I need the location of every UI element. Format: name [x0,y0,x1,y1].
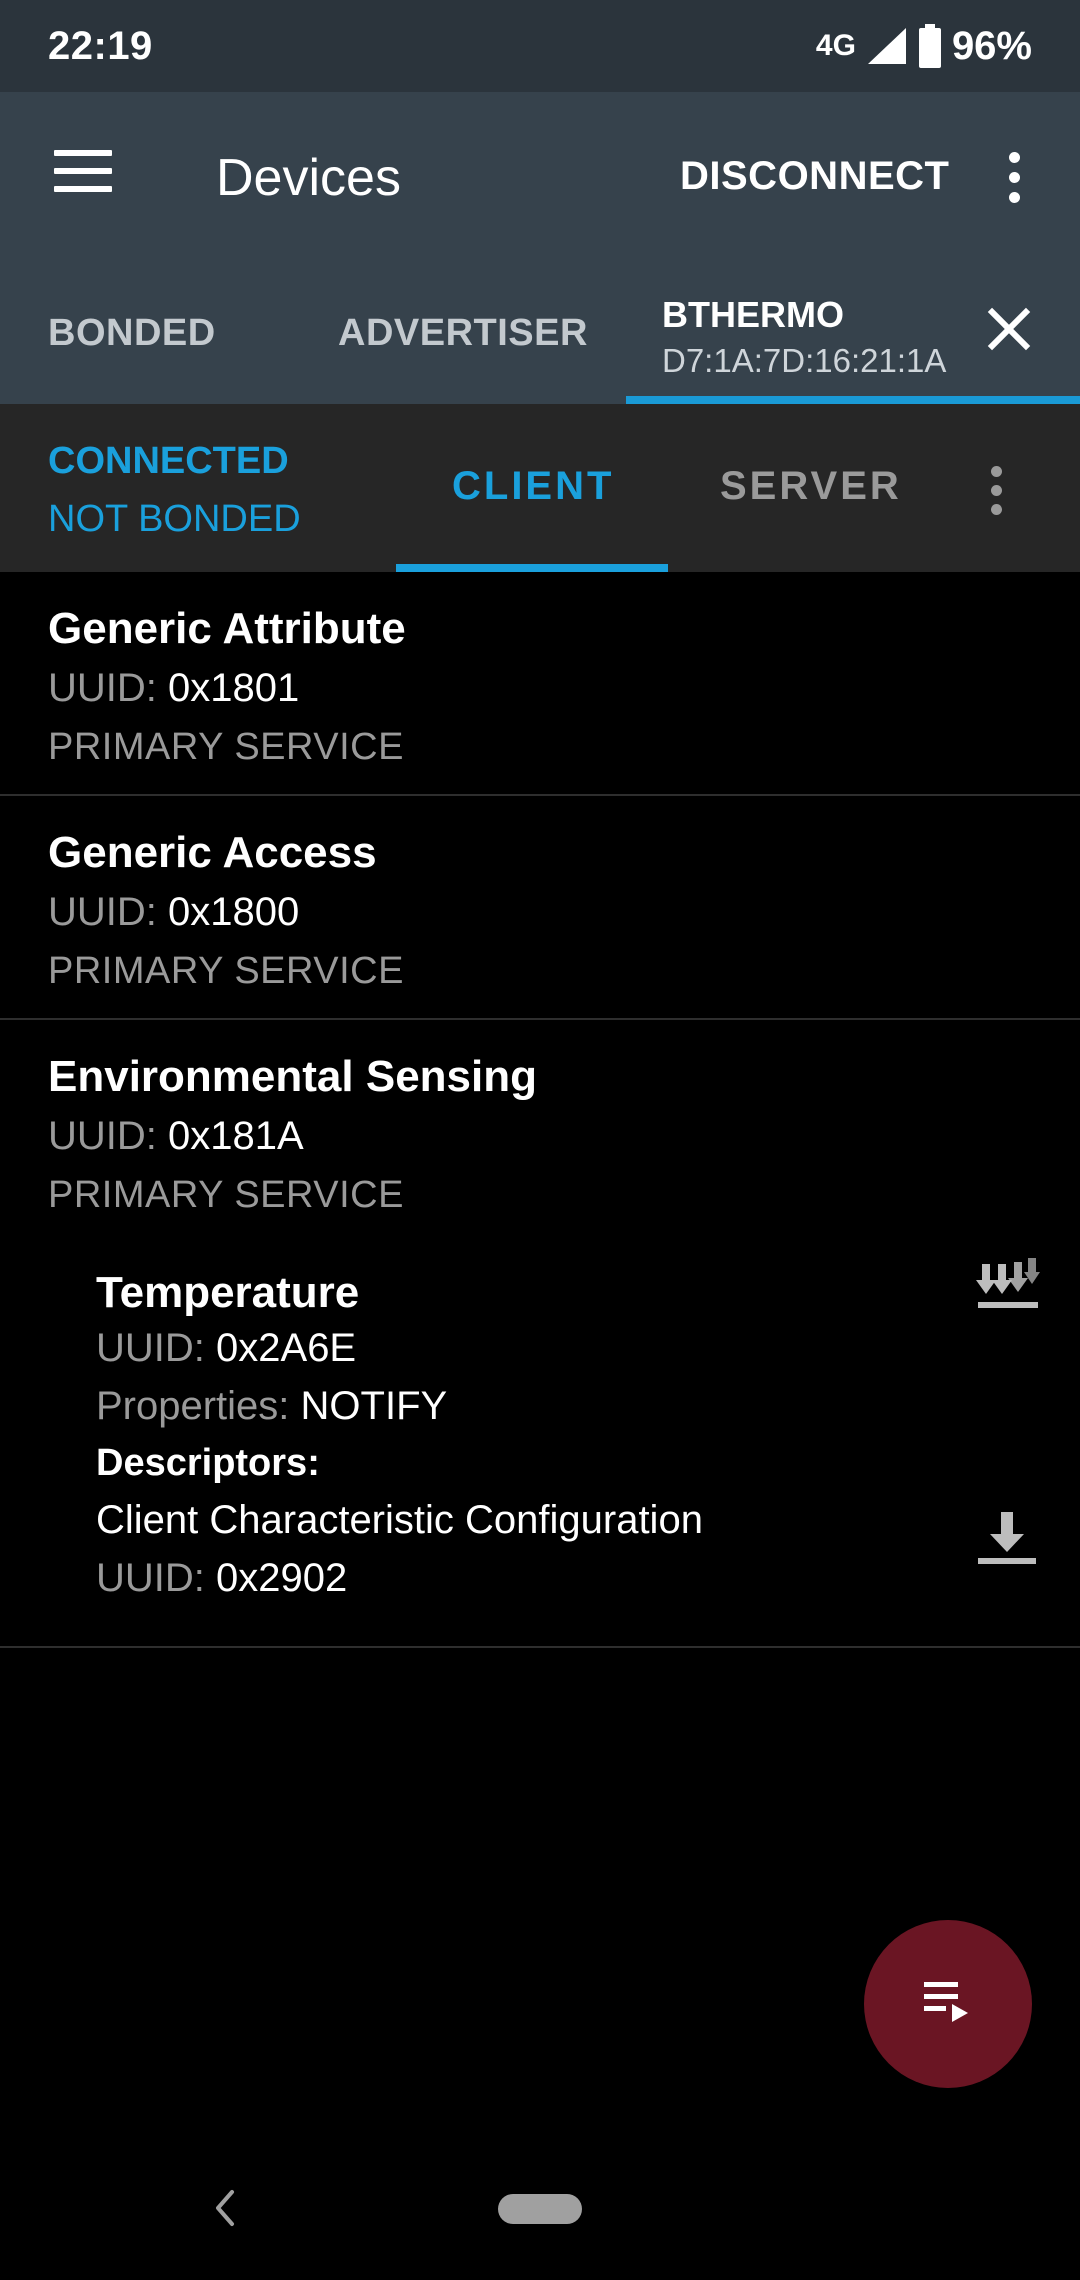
tab-bonded[interactable]: BONDED [48,312,216,355]
service-type: PRIMARY SERVICE [48,950,404,992]
log-fab-button[interactable] [864,1920,1032,2088]
tab-client[interactable]: CLIENT [452,464,614,509]
properties-value: NOTIFY [300,1384,448,1428]
device-address: D7:1A:7D:16:21:1A [662,342,947,379]
status-time: 22:19 [48,23,153,68]
device-name: BTHERMO [662,294,844,335]
bond-state: NOT BONDED [48,498,301,540]
notify-arrows-icon[interactable] [976,1258,1040,1312]
service-uuid: UUID: 0x1801 [48,666,299,711]
download-icon[interactable] [976,1510,1038,1566]
network-type: 4G [815,29,856,62]
tab-advertiser[interactable]: ADVERTISER [338,312,588,355]
device-tabs: BONDED ADVERTISER BTHERMO D7:1A:7D:16:21… [0,262,1080,404]
descriptor-name[interactable]: Client Characteristic Configuration [96,1498,703,1543]
uuid-value: 0x181A [168,1114,304,1158]
app-toolbar: Devices DISCONNECT [0,92,1080,262]
hamburger-menu-icon[interactable] [54,150,112,192]
tab-server[interactable]: SERVER [720,464,902,509]
nav-home-pill[interactable] [498,2194,582,2224]
properties-label: Properties: [96,1384,290,1428]
battery-icon [918,24,941,68]
status-bar: 22:19 4G 96% [0,0,1080,92]
descriptors-heading: Descriptors: [96,1442,320,1484]
playlist-play-icon [924,1982,968,2022]
close-icon[interactable] [984,304,1034,354]
descriptor-uuid: UUID: 0x2902 [96,1556,347,1601]
more-vert-icon[interactable] [988,466,1004,515]
active-tab-indicator [626,396,1080,404]
status-indicators: 4G 96% [816,24,1032,69]
service-name: Generic Attribute [48,604,406,653]
service-uuid: UUID: 0x1800 [48,890,299,935]
uuid-value: 0x2902 [216,1556,348,1600]
uuid-label: UUID: [96,1326,205,1370]
connection-bar: CONNECTED NOT BONDED CLIENT SERVER [0,404,1080,572]
system-nav-bar [0,2138,1080,2280]
service-name: Generic Access [48,828,377,877]
signal-icon [867,28,906,64]
characteristic-properties: Properties: NOTIFY [96,1384,447,1429]
service-item[interactable]: Generic Access UUID: 0x1800 PRIMARY SERV… [0,796,1080,1020]
nav-back-icon[interactable] [210,2186,238,2230]
service-item[interactable]: Generic Attribute UUID: 0x1801 PRIMARY S… [0,572,1080,796]
service-type: PRIMARY SERVICE [48,726,404,768]
connection-state: CONNECTED [48,440,289,482]
uuid-label: UUID: [48,666,157,710]
service-uuid: UUID: 0x181A [48,1114,304,1159]
service-item[interactable]: Environmental Sensing UUID: 0x181A PRIMA… [0,1020,1080,1648]
uuid-value: 0x1801 [168,666,300,710]
client-tab-indicator [396,564,668,572]
disconnect-button[interactable]: DISCONNECT [680,154,949,199]
more-vert-icon[interactable] [1002,152,1026,204]
service-type: PRIMARY SERVICE [48,1174,404,1216]
uuid-label: UUID: [48,1114,157,1158]
battery-percent: 96% [951,23,1032,68]
uuid-label: UUID: [96,1556,205,1600]
uuid-value: 0x2A6E [216,1326,357,1370]
page-title: Devices [216,149,401,207]
characteristic-uuid: UUID: 0x2A6E [96,1326,356,1371]
uuid-value: 0x1800 [168,890,300,934]
uuid-label: UUID: [48,890,157,934]
characteristic-name: Temperature [96,1268,360,1317]
service-name: Environmental Sensing [48,1052,537,1101]
